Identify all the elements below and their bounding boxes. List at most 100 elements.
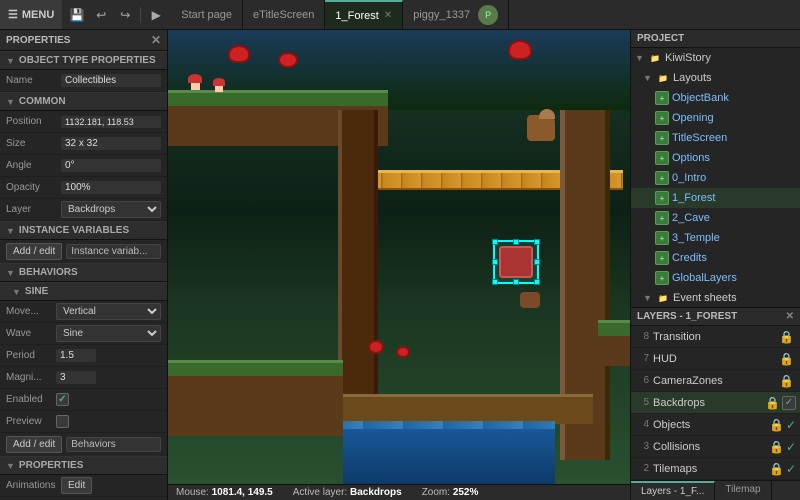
layer-row-4[interactable]: 4 Objects 🔒 ✓: [631, 414, 800, 436]
sine-enabled-label: Enabled: [6, 394, 56, 405]
section-behaviors[interactable]: ▼ BEHAVIORS: [0, 263, 167, 282]
tree-layout-label-6: 2_Cave: [672, 212, 710, 224]
sine-wave-row: Wave Sine: [0, 323, 167, 345]
tree-layout-icon-1: +: [655, 111, 669, 125]
layer-lock-5[interactable]: 🔒: [765, 396, 780, 410]
redo-button[interactable]: ↪: [114, 4, 136, 26]
sine-magni-row: Magni... 3: [0, 367, 167, 389]
mouse-label: Mouse: 1081.4, 149.5: [176, 487, 273, 498]
sine-period-value[interactable]: 1.5: [56, 349, 96, 362]
layer-lock-7[interactable]: 🔒: [779, 352, 794, 366]
sine-wave-select[interactable]: Sine: [56, 325, 161, 342]
section-label-props2: PROPERTIES: [19, 460, 83, 471]
sine-preview-checkbox[interactable]: [56, 415, 69, 428]
sine-magni-label: Magni...: [6, 372, 56, 383]
bottom-tabs: Layers - 1_F... Tilemap: [631, 480, 800, 500]
animations-edit-button[interactable]: Edit: [61, 477, 92, 494]
tab-1-forest[interactable]: 1_Forest ✕: [325, 0, 403, 29]
layer-lock-6[interactable]: 🔒: [779, 374, 794, 388]
layer-name-3: Collisions: [649, 441, 769, 453]
position-value[interactable]: 1132.181, 118.53: [61, 116, 161, 128]
opacity-value[interactable]: 100%: [61, 181, 161, 194]
layer-num-7: 7: [635, 353, 649, 364]
handle-br[interactable]: [534, 279, 540, 285]
handle-bl[interactable]: [492, 279, 498, 285]
bottom-tab-tilemap[interactable]: Tilemap: [715, 481, 771, 500]
handle-tr[interactable]: [534, 239, 540, 245]
tree-layout-icon-6: +: [655, 211, 669, 225]
tree-layout-opening[interactable]: + Opening: [631, 108, 800, 128]
selection-box[interactable]: [493, 240, 539, 284]
bottom-tab-layers[interactable]: Layers - 1_F...: [631, 481, 715, 500]
tree-layouts[interactable]: ▼ 📁 Layouts: [631, 68, 800, 88]
section-label-instance: INSTANCE VARIABLES: [19, 225, 129, 236]
section-sine[interactable]: ▼ SINE: [0, 282, 167, 301]
tab-start-page[interactable]: Start page: [171, 0, 243, 29]
layer-lock-8[interactable]: 🔒: [779, 330, 794, 344]
tree-layout-3temple[interactable]: + 3_Temple: [631, 228, 800, 248]
instance-add-button[interactable]: Add / edit: [6, 243, 62, 260]
tab-forest-close[interactable]: ✕: [384, 10, 392, 21]
tree-layout-credits[interactable]: + Credits: [631, 248, 800, 268]
tree-layout-2cave[interactable]: + 2_Cave: [631, 208, 800, 228]
handle-tl[interactable]: [492, 239, 498, 245]
angle-value[interactable]: 0°: [61, 159, 161, 172]
tree-layout-1forest[interactable]: + 1_Forest: [631, 188, 800, 208]
sine-move-select[interactable]: Vertical Horizontal: [56, 303, 161, 320]
collectible-sprite: [499, 246, 533, 278]
undo-button[interactable]: ↩: [90, 4, 112, 26]
section-arrow-instance: ▼: [6, 226, 15, 236]
tree-layout-options[interactable]: + Options: [631, 148, 800, 168]
section-properties2[interactable]: ▼ PROPERTIES: [0, 456, 167, 475]
platform-mid-dirt: [168, 376, 343, 436]
layers-close-button[interactable]: ✕: [786, 311, 794, 322]
properties-close[interactable]: ✕: [151, 33, 161, 47]
layer-row-7[interactable]: 7 HUD 🔒: [631, 348, 800, 370]
layer-row-2[interactable]: 2 Tilemaps 🔒 ✓: [631, 458, 800, 480]
tree-event-sheets[interactable]: ▼ 📁 Event sheets: [631, 288, 800, 307]
sine-enabled-checkbox[interactable]: ✓: [56, 393, 69, 406]
tabs-bar: Start page eTitleScreen 1_Forest ✕ piggy…: [171, 0, 800, 29]
hero-sprite: [527, 115, 555, 141]
size-value[interactable]: 32 x 32: [61, 137, 161, 150]
layer-label: Layer: [6, 204, 61, 215]
section-common[interactable]: ▼ COMMON: [0, 92, 167, 111]
layer-lock-2[interactable]: 🔒: [769, 462, 784, 476]
section-label-object: OBJECT TYPE PROPERTIES: [19, 55, 156, 66]
handle-ml[interactable]: [492, 259, 498, 265]
section-object-type[interactable]: ▼ OBJECT TYPE PROPERTIES: [0, 51, 167, 70]
handle-mr[interactable]: [534, 259, 540, 265]
layer-lock-3[interactable]: 🔒: [769, 440, 784, 454]
save-button[interactable]: 💾: [66, 4, 88, 26]
layer-select[interactable]: Backdrops: [61, 201, 161, 218]
tree-layout-0intro[interactable]: + 0_Intro: [631, 168, 800, 188]
prop-size-row: Size 32 x 32: [0, 133, 167, 155]
name-value[interactable]: Collectibles: [61, 74, 161, 87]
canvas-scene[interactable]: [168, 30, 630, 484]
instance-placeholder: Instance variab...: [66, 244, 161, 259]
layer-check-5[interactable]: ✓: [782, 396, 796, 410]
behaviors-add-button[interactable]: Add / edit: [6, 436, 62, 453]
project-header: PROJECT: [631, 30, 800, 48]
tree-layout-globallayers[interactable]: + GlobalLayers: [631, 268, 800, 288]
tree-layout-titlescreen[interactable]: + TitleScreen: [631, 128, 800, 148]
bug-sprite-3: [508, 40, 532, 60]
tree-root[interactable]: ▼ 📁 KiwiStory: [631, 48, 800, 68]
tab-etitlescreen[interactable]: eTitleScreen: [243, 0, 325, 29]
tree-layout-icon-8: +: [655, 251, 669, 265]
layer-lock-4[interactable]: 🔒: [769, 418, 784, 432]
layer-check-icon-5: ✓: [785, 397, 793, 408]
layer-row-3[interactable]: 3 Collisions 🔒 ✓: [631, 436, 800, 458]
section-instance-vars[interactable]: ▼ INSTANCE VARIABLES: [0, 221, 167, 240]
tab-piggy[interactable]: piggy_1337 P: [403, 0, 509, 29]
handle-bc[interactable]: [513, 279, 519, 285]
play-button[interactable]: ▶: [145, 4, 167, 26]
layer-row-6[interactable]: 6 CameraZones 🔒: [631, 370, 800, 392]
layer-row-8[interactable]: 8 Transition 🔒: [631, 326, 800, 348]
layer-row-5[interactable]: 5 Backdrops 🔒 ✓: [631, 392, 800, 414]
tree-layout-objectbank[interactable]: + ObjectBank: [631, 88, 800, 108]
sine-magni-value[interactable]: 3: [56, 371, 96, 384]
menu-button[interactable]: ☰ MENU: [0, 0, 62, 29]
creature-sprite: [520, 292, 540, 308]
handle-tc[interactable]: [513, 239, 519, 245]
